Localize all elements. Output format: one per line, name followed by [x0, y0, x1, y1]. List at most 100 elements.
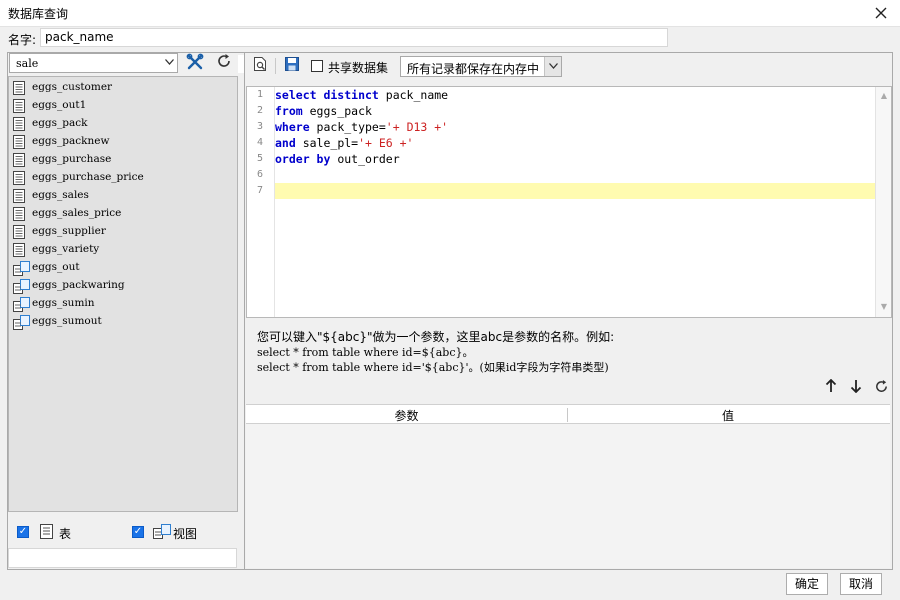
table-list-item[interactable]: eggs_pack	[11, 115, 236, 133]
editor-scrollbar[interactable]: ▲ ▼	[875, 87, 891, 317]
share-dataset-label: 共享数据集	[328, 61, 389, 75]
scroll-down-icon[interactable]: ▼	[878, 301, 890, 313]
sql-token: pack_name	[378, 88, 449, 102]
code-line[interactable]: from eggs_pack	[275, 104, 372, 118]
table-name-label: eggs_variety	[32, 243, 100, 255]
view-list-item[interactable]: eggs_packwaring	[11, 277, 236, 295]
table-icon	[13, 81, 25, 98]
show-views-checkbox[interactable]: ✓	[132, 526, 144, 538]
view-icon	[13, 315, 30, 333]
table-list-item[interactable]: eggs_packnew	[11, 133, 236, 151]
view-list-item[interactable]: eggs_out	[11, 259, 236, 277]
param-table-body[interactable]	[246, 424, 890, 568]
sql-keyword: order by	[275, 152, 331, 166]
move-up-button[interactable]	[819, 378, 843, 399]
code-line[interactable]: and sale_pl='+ E6 +'	[275, 136, 413, 150]
toolbar-separator	[275, 58, 276, 74]
line-number: 1	[256, 89, 263, 100]
sql-keyword: select distinct	[275, 88, 379, 102]
sql-keyword: and	[275, 136, 296, 150]
table-name-label: eggs_supplier	[32, 225, 106, 237]
hint-line-1: 您可以键入"${abc}"做为一个参数，这里abc是参数的名称。例如:	[257, 330, 615, 344]
close-button[interactable]	[868, 2, 894, 24]
table-icon	[40, 524, 53, 542]
line-number: 2	[256, 105, 263, 116]
table-list-item[interactable]: eggs_sales	[11, 187, 236, 205]
line-number: 3	[256, 121, 263, 132]
table-list-item[interactable]: eggs_purchase	[11, 151, 236, 169]
share-dataset-checkbox[interactable]	[311, 60, 323, 72]
sql-string: '+ E6 +'	[358, 136, 414, 150]
table-icon	[13, 135, 25, 152]
name-label: 名字:	[8, 33, 37, 47]
table-name-label: eggs_out1	[32, 99, 87, 111]
chevron-down-icon[interactable]	[161, 54, 177, 72]
storage-mode-select[interactable]: 所有记录都保存在内存中	[400, 56, 562, 77]
window-title: 数据库查询	[8, 7, 69, 21]
show-views-label: 视图	[173, 527, 198, 541]
sql-string: '+ D13 +'	[385, 120, 449, 134]
view-list-item[interactable]: eggs_sumout	[11, 313, 236, 331]
table-name-label: eggs_packnew	[32, 135, 110, 147]
scroll-up-icon[interactable]: ▲	[878, 90, 890, 102]
table-icon	[13, 189, 25, 206]
line-number: 5	[256, 153, 263, 164]
view-list-item[interactable]: eggs_sumin	[11, 295, 236, 313]
table-name-label: eggs_customer	[32, 81, 113, 93]
preview-icon	[254, 57, 266, 71]
refresh-params-button[interactable]	[869, 379, 893, 399]
table-name-label: eggs_out	[32, 261, 80, 273]
save-button[interactable]	[280, 56, 304, 76]
table-name-label: eggs_sales_price	[32, 207, 122, 219]
table-filter-input[interactable]	[8, 548, 237, 568]
table-list-item[interactable]: eggs_variety	[11, 241, 236, 259]
preview-button[interactable]	[248, 56, 272, 76]
sql-token: out_order	[330, 152, 400, 166]
table-name-label: eggs_sales	[32, 189, 89, 201]
refresh-icon	[875, 379, 887, 392]
param-table-header: 参数 值	[246, 404, 890, 424]
value-column-header[interactable]: 值	[568, 407, 888, 424]
code-line[interactable]: select distinct pack_name	[275, 88, 448, 102]
cancel-button[interactable]: 取消	[840, 573, 882, 595]
table-list-item[interactable]: eggs_out1	[11, 97, 236, 115]
table-list-item[interactable]: eggs_supplier	[11, 223, 236, 241]
hint-line-2: select * from table where id=${abc}。	[257, 346, 474, 359]
move-down-button[interactable]	[844, 379, 868, 399]
connection-settings-button[interactable]	[183, 53, 207, 73]
name-input[interactable]: pack_name	[40, 28, 668, 47]
show-tables-label: 表	[59, 527, 72, 541]
table-icon	[13, 153, 25, 170]
sql-token: sale_pl=	[295, 136, 359, 150]
table-list-item[interactable]: eggs_purchase_price	[11, 169, 236, 187]
storage-mode-value: 所有记录都保存在内存中	[407, 62, 540, 76]
view-icon	[153, 524, 171, 542]
table-list-item[interactable]: eggs_sales_price	[11, 205, 236, 223]
code-line[interactable]: where pack_type='+ D13 +'	[275, 120, 448, 134]
chevron-down-icon[interactable]	[544, 57, 561, 76]
show-tables-checkbox[interactable]: ✓	[17, 526, 29, 538]
sql-token: pack_type=	[309, 120, 386, 134]
line-number: 6	[256, 169, 263, 180]
sql-token: eggs_pack	[302, 104, 372, 118]
refresh-icon	[218, 54, 230, 67]
sql-keyword: from	[275, 104, 303, 118]
table-name-label: eggs_pack	[32, 117, 88, 129]
table-list-item[interactable]: eggs_customer	[11, 79, 236, 97]
line-number: 4	[256, 137, 263, 148]
table-icon	[13, 207, 25, 224]
ok-button[interactable]: 确定	[786, 573, 828, 595]
table-icon	[13, 243, 25, 260]
current-line-highlight	[275, 183, 875, 199]
sql-editor[interactable]: 1 2 3 4 5 6 7 select distinct pack_name from eg…	[246, 86, 892, 318]
table-name-label: eggs_sumout	[32, 315, 102, 327]
code-line[interactable]: order by out_order	[275, 152, 400, 166]
line-number-gutter: 1 2 3 4 5 6 7	[247, 87, 275, 317]
arrow-up-icon	[825, 378, 837, 392]
datasource-select[interactable]: sale	[9, 53, 178, 73]
table-list[interactable]: eggs_customer eggs_out1 eggs_pack eggs_pack…	[8, 76, 238, 512]
tools-icon	[186, 53, 204, 70]
param-column-header[interactable]: 参数	[246, 407, 567, 424]
refresh-tables-button[interactable]	[212, 53, 236, 73]
table-name-label: eggs_packwaring	[32, 279, 125, 291]
